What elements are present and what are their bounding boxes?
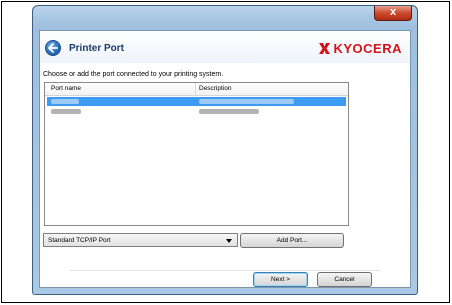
close-button[interactable]: x xyxy=(374,6,412,21)
next-label: Next > xyxy=(271,276,290,283)
column-header-description[interactable]: Description xyxy=(199,85,232,92)
close-icon: x xyxy=(389,6,397,18)
add-port-label: Add Port... xyxy=(276,237,308,244)
kyocera-logo: KYOCERA xyxy=(318,40,402,56)
kyocera-logo-icon xyxy=(318,42,331,55)
column-header-port-name[interactable]: Port name xyxy=(51,85,81,92)
add-port-button[interactable]: Add Port... xyxy=(240,233,344,248)
chevron-down-icon xyxy=(226,239,232,243)
port-row[interactable] xyxy=(47,107,346,116)
cancel-button[interactable]: Cancel xyxy=(317,272,372,287)
brand-name: KYOCERA xyxy=(333,40,402,56)
page-title: Printer Port xyxy=(69,43,125,54)
port-list-header: Port name Description xyxy=(45,83,348,96)
port-description-cell xyxy=(199,99,294,104)
back-button[interactable] xyxy=(45,40,61,56)
back-arrow-icon xyxy=(48,43,58,53)
instruction-text: Choose or add the port connected to your… xyxy=(43,71,224,78)
cancel-label: Cancel xyxy=(334,276,355,283)
port-row[interactable] xyxy=(47,97,346,106)
port-type-value: Standard TCP/IP Port xyxy=(48,237,111,244)
port-name-cell xyxy=(51,109,81,114)
next-button[interactable]: Next > xyxy=(253,272,308,287)
column-divider[interactable] xyxy=(195,83,196,95)
port-description-cell xyxy=(199,109,259,114)
port-name-cell xyxy=(51,99,79,104)
wizard-header: Printer Port KYOCERA xyxy=(40,31,410,63)
port-list[interactable]: Port name Description xyxy=(44,82,349,226)
footer-divider xyxy=(70,270,380,271)
port-type-dropdown[interactable]: Standard TCP/IP Port xyxy=(43,233,238,247)
